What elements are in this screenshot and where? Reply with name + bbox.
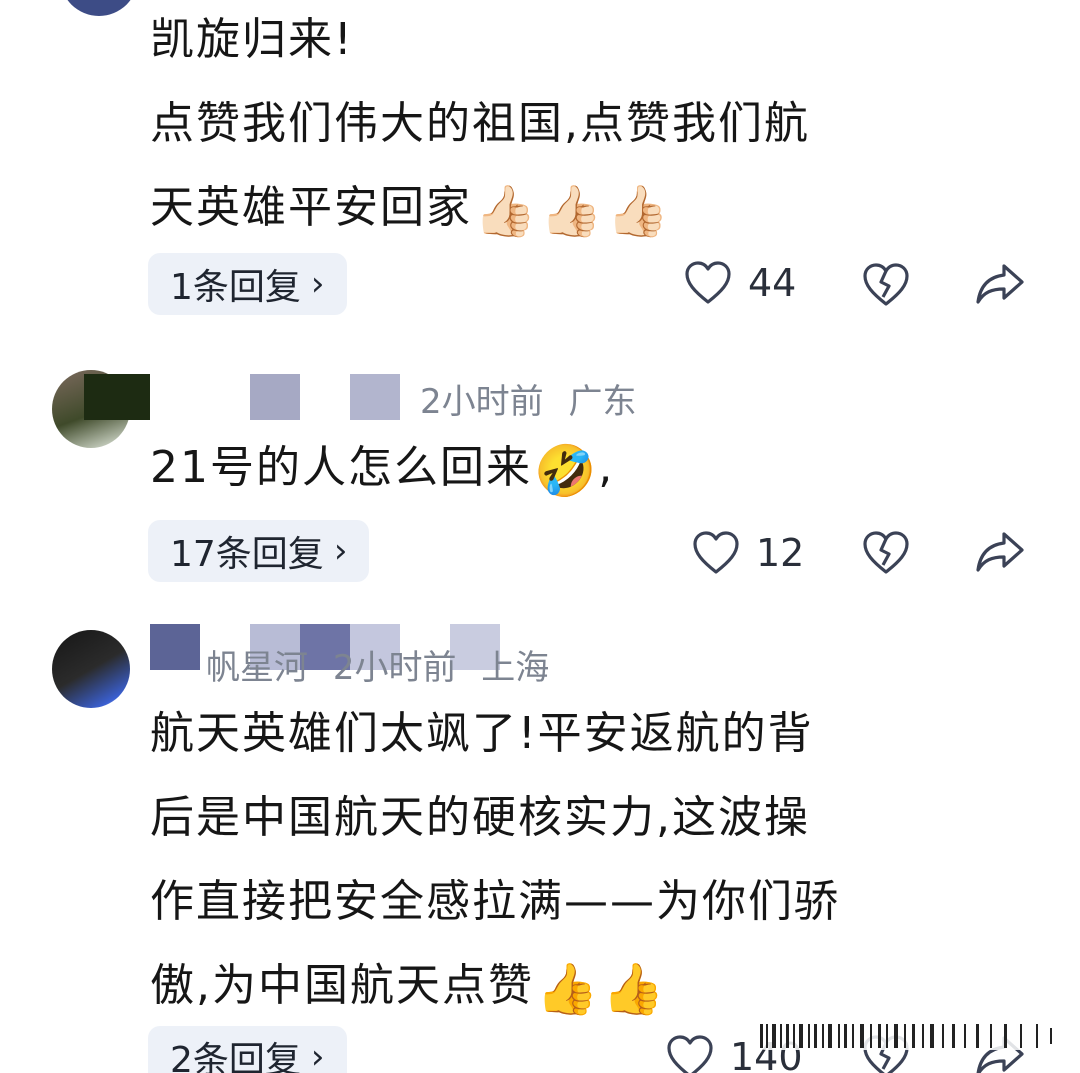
comment-text-line: 航天英雄们太飒了!平安返航的背 [150,708,814,759]
chevron-right-icon: › [333,531,348,571]
like-button[interactable]: 12 [692,530,804,576]
comment-text-line: 天英雄平安回家 [150,182,472,233]
comment-meta: 2小时前 广东 [420,374,650,424]
comment-meta: 帆星河 2小时前 上海 [206,640,563,690]
comment-text-line: 点赞我们伟大的祖国,点赞我们航 [150,98,810,149]
thumbs-up-emoji: 👍🏻 [474,182,539,240]
comment-location: 上海 [481,648,550,688]
thumbs-up-emoji: 👍🏻 [606,182,671,240]
chevron-right-icon: › [310,1037,325,1073]
avatar[interactable] [52,630,130,708]
thumbs-up-emoji: 👍🏻 [540,182,605,240]
comment-text-line: 后是中国航天的硬核实力,这波操 [150,792,810,843]
share-button[interactable] [974,530,1026,574]
broken-heart-icon [863,263,909,306]
reply-count-label: 1条回复 [170,267,301,308]
username-blur [350,374,400,420]
like-count: 44 [748,261,797,305]
laughing-emoji: 🤣 [534,442,599,500]
dislike-button[interactable] [862,530,910,576]
reply-count-label: 17条回复 [170,534,324,575]
share-button[interactable] [974,262,1026,306]
like-count: 12 [756,531,805,575]
view-replies-button[interactable]: 2条回复 › [148,1026,347,1073]
heart-outline-icon [693,531,739,574]
share-arrow-icon [976,532,1024,572]
comment-text: 21号的人怎么回来🤣, [150,442,615,500]
comment-location: 广东 [568,382,637,422]
heart-outline-icon [667,1035,713,1073]
dislike-button[interactable] [862,262,910,308]
comment-text: 航天英雄们太飒了!平安返航的背 后是中国航天的硬核实力,这波操 作直接把安全感拉… [150,698,840,1022]
comment-text-line: 作直接把安全感拉满——为你们骄 [150,876,840,927]
broken-heart-icon [863,531,909,574]
comment-time: 2小时前 [420,382,544,422]
username-blur [150,624,200,670]
comment-text-line: 凯旋归来! [150,14,354,65]
avatar[interactable] [60,0,138,16]
thumbs-up-emoji: 👍 [536,960,601,1018]
watermark-barcode [752,1022,1058,1050]
reply-count-label: 2条回复 [170,1040,301,1073]
heart-outline-icon [685,261,731,304]
comment-time: 2小时前 [332,648,457,688]
chevron-right-icon: › [310,264,325,304]
share-arrow-icon [976,264,1024,304]
comment-text-line: 傲,为中国航天点赞 [150,960,534,1011]
username-blur [250,374,300,420]
username-blur [84,374,150,420]
comment-text: 凯旋归来! 点赞我们伟大的祖国,点赞我们航 天英雄平安回家👍🏻👍🏻👍🏻 [150,4,810,244]
view-replies-button[interactable]: 1条回复 › [148,253,347,315]
view-replies-button[interactable]: 17条回复 › [148,520,370,582]
thumbs-up-emoji: 👍 [602,960,667,1018]
comment-username: 帆星河 [206,648,308,688]
like-button[interactable]: 44 [684,260,796,306]
